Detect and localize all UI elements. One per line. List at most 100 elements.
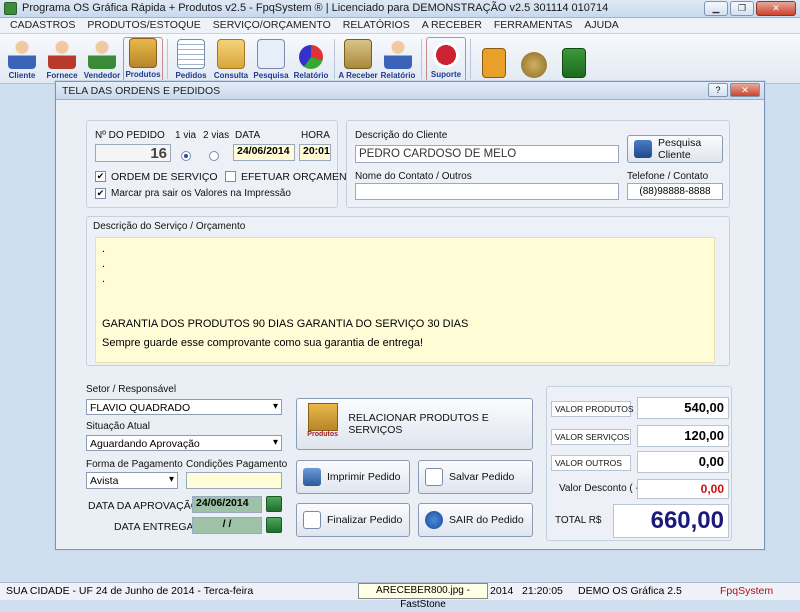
products-box-icon [129,38,157,68]
service-desc-label: Descrição do Serviço / Orçamento [93,221,246,232]
contact-field[interactable] [355,183,619,200]
total-field: 660,00 [613,504,729,538]
app-icon [4,2,17,15]
title-bar: Programa OS Gráfica Rápida + Produtos v2… [0,0,800,18]
menu-servico-orcamento[interactable]: SERVIÇO/ORÇAMENTO [207,18,337,33]
toolbar-a-receber-button[interactable]: A Receber [338,35,378,83]
time-label: HORA [301,130,330,141]
dialog-help-button[interactable]: ? [708,83,728,97]
phone-field[interactable]: (88)98888-8888 [627,183,723,200]
status-brand: FpqSystem [720,585,774,597]
toolbar-exit-button[interactable] [554,35,594,83]
ordem-servico-checkbox[interactable]: ✔ [95,171,106,182]
money-icon [344,39,372,69]
situacao-select[interactable]: Aguardando Aprovação [86,435,282,451]
menu-ferramentas[interactable]: FERRAMENTAS [488,18,579,33]
finalizar-pedido-button[interactable]: Finalizar Pedido [296,503,410,537]
toolbar-relatorio-button[interactable]: Relatório [291,35,331,83]
aprovacao-field[interactable]: 24/06/2014 [192,496,262,513]
service-desc-textarea[interactable]: . . . GARANTIA DOS PRODUTOS 90 DIAS GARA… [95,237,715,363]
status-time: 21:20:05 [522,585,563,597]
time-field[interactable]: 20:01 [299,144,331,161]
setor-select[interactable]: FLAVIO QUADRADO [86,399,282,415]
client-name-field[interactable]: PEDRO CARDOSO DE MELO [355,145,619,163]
status-year: 2014 [490,585,514,597]
dialog-title-bar: TELA DAS ORDENS E PEDIDOS ? ✕ [56,82,764,100]
entrega-field[interactable]: / / [192,517,262,534]
valor-desconto-field[interactable]: 0,00 [637,479,729,499]
client-search-icon [634,140,652,158]
valor-desconto-label: Valor Desconto ( - ) [559,483,645,494]
valor-produtos-field[interactable]: 540,00 [637,397,729,419]
date-label: DATA [235,130,261,141]
products-box-icon [307,403,338,431]
window-title: Programa OS Gráfica Rápida + Produtos v2… [22,2,609,14]
order-number-label: Nº DO PEDIDO [95,130,165,141]
menu-cadastros[interactable]: CADASTROS [4,18,81,33]
totals-panel: VALOR PRODUTOS 540,00 VALOR SERVIÇOS 120… [546,386,732,541]
efetuar-orcamento-checkbox[interactable] [225,171,236,182]
status-version: DEMO OS Gráfica 2.5 [578,585,682,597]
relacionar-produtos-button[interactable]: Produtos RELACIONAR PRODUTOS E SERVIÇOS [296,398,533,450]
contact-label: Nome do Contato / Outros [355,171,472,182]
via1-radio[interactable] [181,151,191,161]
dialog-close-button[interactable]: ✕ [730,83,760,97]
close-button[interactable]: ✕ [756,1,796,16]
pagamento-select[interactable]: Avista [86,472,178,489]
print-icon [303,468,321,486]
order-number-field[interactable]: 16 [95,144,171,162]
order-panel: Nº DO PEDIDO 16 1 via 2 vias DATA 24/06/… [86,120,361,208]
situacao-label: Situação Atual [86,421,150,432]
pie-chart-icon [299,45,323,69]
sair-pedido-button[interactable]: SAIR do Pedido [418,503,533,537]
imprimir-pedido-button[interactable]: Imprimir Pedido [296,460,410,494]
maximize-button[interactable]: ❐ [730,1,754,16]
finalize-document-icon [303,511,321,529]
date-field[interactable]: 24/06/2014 [233,144,295,161]
exit-door-icon [562,48,586,78]
aprovacao-calendar-icon[interactable] [266,496,282,512]
toolbar-consulta-button[interactable]: Consulta [211,35,251,83]
valor-servicos-field[interactable]: 120,00 [637,425,729,447]
minimize-button[interactable]: ▁ [704,1,728,16]
save-document-icon [425,468,443,486]
valor-servicos-label: VALOR SERVIÇOS [551,429,631,445]
marcar-valores-label: Marcar pra sair os Valores na Impressão [111,188,291,199]
orders-notepad-icon [177,39,205,69]
toolbar-coin-button[interactable] [514,35,554,83]
toolbar-vendedor-button[interactable]: Vendedor [82,35,122,83]
menu-relatorios[interactable]: RELATÓRIOS [337,18,416,33]
pesquisa-cliente-button[interactable]: Pesquisa Cliente [627,135,723,163]
toolbar-relatorio2-button[interactable]: Relatório [378,35,418,83]
toolbar: Cliente Fornece Vendedor Produtos Pedido… [0,34,800,84]
toolbar-fornece-button[interactable]: Fornece [42,35,82,83]
via2-radio[interactable] [209,151,219,161]
toolbar-suporte-button[interactable]: Suporte [426,37,466,83]
orders-dialog: TELA DAS ORDENS E PEDIDOS ? ✕ Nº DO PEDI… [55,81,765,550]
toolbar-pedidos-button[interactable]: Pedidos [171,35,211,83]
via1-label: 1 via [175,130,197,141]
toolbar-calculator-button[interactable] [474,35,514,83]
supplier-icon [48,39,76,69]
condicoes-field[interactable] [186,472,282,489]
client-desc-label: Descrição do Cliente [355,130,448,141]
menu-a-receber[interactable]: A RECEBER [416,18,488,33]
salvar-pedido-button[interactable]: Salvar Pedido [418,460,533,494]
client-panel: Descrição do Cliente PEDRO CARDOSO DE ME… [346,120,730,208]
toolbar-produtos-button[interactable]: Produtos [123,37,163,83]
toolbar-pesquisa-button[interactable]: Pesquisa [251,35,291,83]
efetuar-orcamento-label: EFETUAR ORÇAMENTO [241,171,361,183]
ordem-servico-label: ORDEM DE SERVIÇO [111,171,218,183]
menu-produtos-estoque[interactable]: PRODUTOS/ESTOQUE [81,18,206,33]
toolbar-cliente-button[interactable]: Cliente [2,35,42,83]
menu-ajuda[interactable]: AJUDA [578,18,624,33]
marcar-valores-checkbox[interactable]: ✔ [95,188,106,199]
exit-arrow-icon [425,511,443,529]
aprovacao-label: DATA DA APROVAÇÃO [88,500,199,512]
dialog-title: TELA DAS ORDENS E PEDIDOS [62,85,221,97]
menu-bar: CADASTROS PRODUTOS/ESTOQUE SERVIÇO/ORÇAM… [0,18,800,34]
valor-outros-field[interactable]: 0,00 [637,451,729,473]
total-label: TOTAL R$ [555,515,602,526]
taskbar-tooltip: ARECEBER800.jpg - FastStone [358,583,488,610]
entrega-calendar-icon[interactable] [266,517,282,533]
